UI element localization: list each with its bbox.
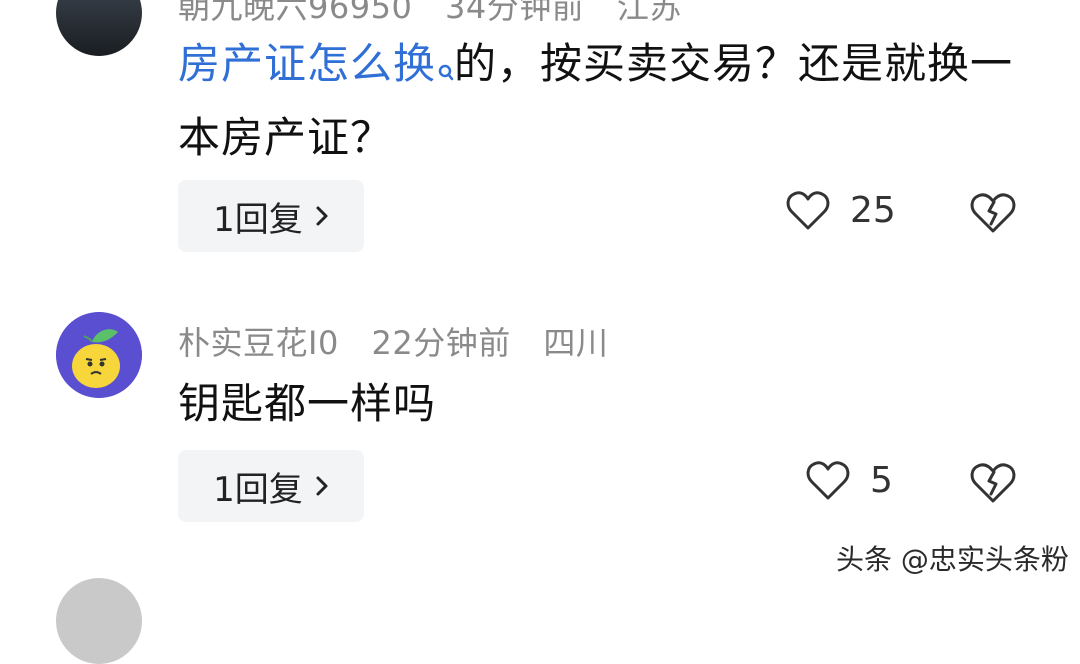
comment-meta: 朝九晚六96950 34分钟前 江苏: [178, 0, 704, 28]
lemon-avatar-icon: [56, 312, 142, 398]
avatar[interactable]: [56, 578, 142, 664]
search-link-text[interactable]: 房产证怎么换: [178, 39, 436, 88]
reply-button[interactable]: 1回复: [178, 180, 364, 252]
comment-time: 34分钟前: [444, 0, 585, 26]
search-icon: [438, 36, 454, 104]
reply-button[interactable]: 1回复: [178, 450, 364, 522]
heart-icon: [806, 460, 850, 499]
reply-label: 1回复: [213, 469, 303, 510]
like-button[interactable]: 5: [806, 460, 893, 501]
like-count: 5: [870, 460, 893, 501]
heart-icon: [786, 190, 830, 229]
reply-label: 1回复: [213, 199, 303, 240]
like-button[interactable]: 25: [786, 190, 896, 231]
avatar[interactable]: [56, 312, 142, 398]
chevron-right-icon: [315, 196, 329, 236]
avatar[interactable]: [56, 0, 142, 56]
author-name[interactable]: 朴实豆花I0: [178, 324, 339, 362]
comment-text: 钥匙都一样吗: [178, 379, 437, 428]
dislike-button[interactable]: [970, 192, 1016, 238]
comment-location: 江苏: [616, 0, 682, 26]
broken-heart-icon: [970, 463, 1016, 503]
like-count: 25: [850, 190, 896, 231]
comment-text: 房产证怎么换 的，按买卖交易？还是就换一本房产证？: [178, 30, 1038, 172]
watermark: 头条 @忠实头条粉: [836, 543, 1069, 576]
comment-meta: 朴实豆花I0 22分钟前 四川: [178, 318, 630, 364]
broken-heart-icon: [970, 193, 1016, 233]
author-name[interactable]: 朝九晚六96950: [178, 0, 412, 26]
search-link[interactable]: 房产证怎么换: [178, 39, 454, 88]
comment-location: 四川: [543, 324, 609, 362]
dislike-button[interactable]: [970, 462, 1016, 508]
comment-time: 22分钟前: [371, 324, 511, 362]
chevron-right-icon: [315, 466, 329, 506]
